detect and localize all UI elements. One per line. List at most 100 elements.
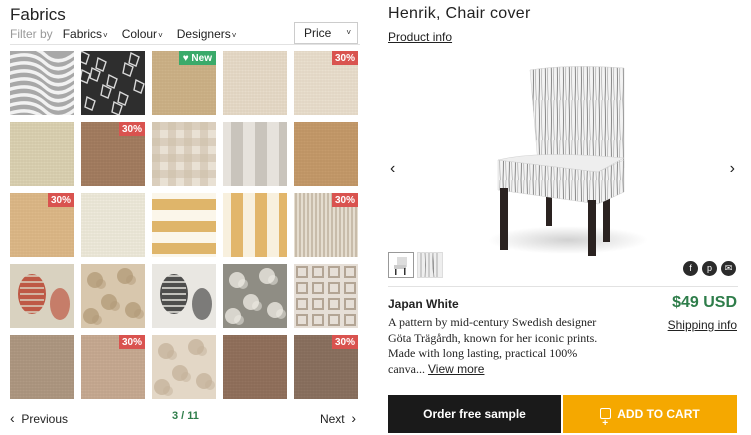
fabric-swatch[interactable] xyxy=(223,193,287,257)
order-free-sample-button[interactable]: Order free sample xyxy=(388,395,561,433)
fabric-swatch[interactable]: 30% xyxy=(81,335,145,399)
discount-badge: 30% xyxy=(118,122,145,136)
fabric-swatch-image xyxy=(223,122,287,186)
discount-badge: 30% xyxy=(331,51,358,65)
image-next-arrow-icon[interactable]: › xyxy=(730,160,735,178)
discount-badge: 30% xyxy=(331,335,358,349)
product-info-link[interactable]: Product info xyxy=(388,30,452,44)
fabric-swatch[interactable] xyxy=(152,193,216,257)
fabric-swatch-image xyxy=(81,51,145,115)
fabric-swatch[interactable] xyxy=(10,264,74,328)
fabric-swatch[interactable]: ♥ New xyxy=(152,51,216,115)
fabric-swatch[interactable] xyxy=(81,51,145,115)
pinterest-icon[interactable]: p xyxy=(702,261,717,276)
add-to-cart-button[interactable]: ADD TO CART xyxy=(563,395,737,435)
fabric-swatch[interactable]: 30% xyxy=(10,193,74,257)
chevron-down-icon: ˅ xyxy=(103,31,108,40)
fabric-swatch[interactable] xyxy=(10,122,74,186)
price: $49 USD xyxy=(672,294,737,311)
chevron-down-icon: ˅ xyxy=(346,28,351,37)
price-sort-select[interactable]: Price ˅ xyxy=(294,22,358,44)
product-panel: Henrik, Chair cover Product info ‹ › f p… xyxy=(388,0,741,435)
fabric-swatch-image xyxy=(10,122,74,186)
discount-badge: 30% xyxy=(47,193,74,207)
filter-fabrics-dropdown[interactable]: Fabrics˅ xyxy=(63,27,108,41)
fabric-swatch[interactable]: 30% xyxy=(294,193,358,257)
fabric-swatch-image xyxy=(223,193,287,257)
fabric-swatch-image xyxy=(152,335,216,399)
next-label: Next xyxy=(319,412,345,426)
fabric-swatch-image xyxy=(152,193,216,257)
fabric-swatch[interactable] xyxy=(152,122,216,186)
fabric-swatch[interactable]: 30% xyxy=(81,122,145,186)
view-more-link[interactable]: View more xyxy=(428,362,484,376)
page-count: 3 / 11 xyxy=(172,410,199,422)
pagination: ‹ Previous 3 / 11 Next › xyxy=(10,408,360,428)
fabric-name: Japan White xyxy=(388,297,459,311)
facebook-icon[interactable]: f xyxy=(683,261,698,276)
fabric-swatch-image xyxy=(223,51,287,115)
share-links: f p ✉ xyxy=(679,261,736,276)
fabric-description: A pattern by mid-century Swedish designe… xyxy=(388,315,613,377)
add-to-cart-icon xyxy=(600,405,612,435)
product-divider xyxy=(388,286,738,287)
discount-badge: 30% xyxy=(331,193,358,207)
filter-designers-label: Designers xyxy=(176,27,231,41)
filter-designers-dropdown[interactable]: Designers˅ xyxy=(177,27,237,41)
add-to-cart-label: ADD TO CART xyxy=(617,407,700,421)
fabric-swatch-image xyxy=(81,264,145,328)
email-icon[interactable]: ✉ xyxy=(721,261,736,276)
thumbnail-fabric[interactable] xyxy=(417,252,443,278)
fabric-swatch[interactable] xyxy=(294,122,358,186)
fabric-swatch-image xyxy=(294,264,358,328)
fabric-swatch[interactable] xyxy=(223,51,287,115)
image-thumbnails xyxy=(388,252,446,278)
fabric-swatch[interactable] xyxy=(10,51,74,115)
fabric-swatch[interactable] xyxy=(81,193,145,257)
fabric-swatch-image xyxy=(152,122,216,186)
fabric-swatch-image xyxy=(10,264,74,328)
fabric-swatch[interactable] xyxy=(10,335,74,399)
fabric-browser: Fabrics Filter by Fabrics˅ Colour˅ Desig… xyxy=(0,0,370,435)
fabric-swatch[interactable] xyxy=(294,264,358,328)
fabric-swatch[interactable] xyxy=(152,335,216,399)
chevron-left-icon: ‹ xyxy=(10,410,15,426)
chevron-right-icon: › xyxy=(351,410,356,426)
shipping-info-link[interactable]: Shipping info xyxy=(668,318,737,332)
fabric-swatch[interactable]: 30% xyxy=(294,335,358,399)
fabric-swatch[interactable] xyxy=(223,264,287,328)
product-title: Henrik, Chair cover xyxy=(388,5,531,22)
chevron-down-icon: ˅ xyxy=(231,31,237,40)
description-text: A pattern by mid-century Swedish designe… xyxy=(388,315,598,376)
price-select-label: Price xyxy=(304,26,332,40)
fabric-swatch[interactable] xyxy=(223,335,287,399)
previous-label: Previous xyxy=(21,412,69,426)
image-prev-arrow-icon[interactable]: ‹ xyxy=(390,160,395,178)
filter-divider xyxy=(10,44,360,45)
fabric-swatch[interactable] xyxy=(152,264,216,328)
chair-thumb-icon xyxy=(394,257,407,275)
fabric-swatch-image xyxy=(223,264,287,328)
filter-by-label: Filter by xyxy=(10,27,53,41)
previous-page-button[interactable]: ‹ Previous xyxy=(10,410,68,426)
fabric-swatch-image xyxy=(10,51,74,115)
fabric-swatch-image xyxy=(10,335,74,399)
filter-colour-dropdown[interactable]: Colour˅ xyxy=(122,27,163,41)
fabric-swatch[interactable] xyxy=(223,122,287,186)
new-badge: ♥ New xyxy=(178,51,216,65)
fabric-swatch-image xyxy=(81,193,145,257)
discount-badge: 30% xyxy=(118,335,145,349)
fabric-swatch[interactable] xyxy=(81,264,145,328)
filter-fabrics-label: Fabrics xyxy=(62,27,103,41)
filter-colour-label: Colour xyxy=(121,27,158,41)
fabric-thumb-icon xyxy=(418,252,442,278)
fabric-swatch-image xyxy=(294,122,358,186)
chevron-down-icon: ˅ xyxy=(158,31,163,40)
fabric-swatch[interactable]: 30% xyxy=(294,51,358,115)
fabric-swatch-image xyxy=(223,335,287,399)
thumbnail-chair[interactable] xyxy=(388,252,414,278)
chair-product-image xyxy=(488,66,648,256)
fabric-swatch-image xyxy=(152,264,216,328)
fabrics-title: Fabrics xyxy=(10,5,66,24)
next-page-button[interactable]: Next › xyxy=(320,410,356,426)
